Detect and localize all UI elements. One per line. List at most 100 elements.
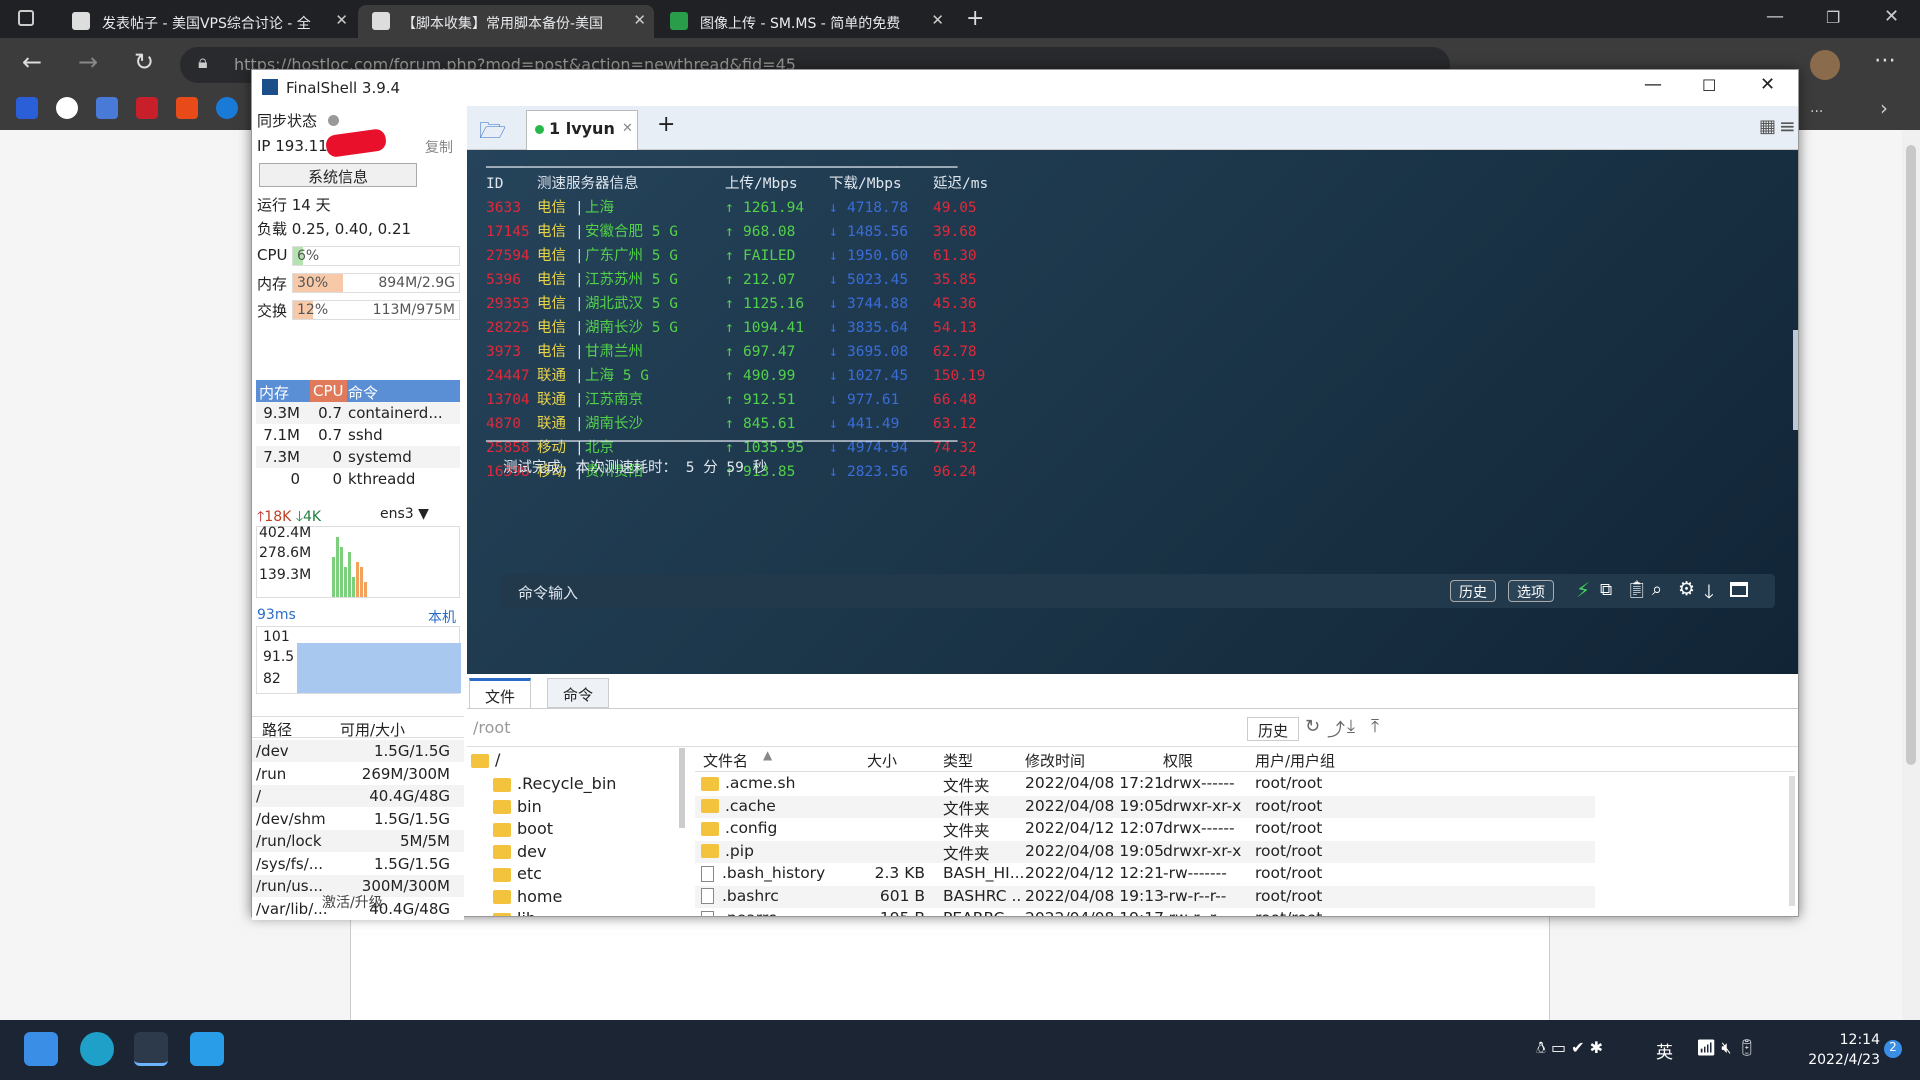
lightning-icon[interactable]: ⚡︎: [1576, 578, 1590, 602]
new-tab-icon[interactable]: +: [966, 6, 984, 31]
process-row[interactable]: 0 0 kthreadd: [256, 468, 460, 490]
c-bookmark-icon[interactable]: [176, 97, 198, 119]
process-row[interactable]: 7.1M 0.7 sshd: [256, 424, 460, 446]
edge-icon[interactable]: [80, 1032, 114, 1066]
browser-tab-3[interactable]: 图像上传 - SM.MS - 简单的免费 ✕: [656, 5, 952, 38]
command-input-bar[interactable]: 命令输入 历史 选项 ⚡︎ ⧉ 📋︎ ⌕ ⚙ 🡓: [500, 574, 1775, 608]
session-tab[interactable]: 1 lvyun ✕: [526, 110, 638, 150]
upload-icon[interactable]: ⤒: [1371, 716, 1379, 737]
col-size[interactable]: 大小: [867, 750, 897, 771]
disk-row[interactable]: /run 269M/300M: [252, 762, 464, 785]
tree-root[interactable]: /: [471, 750, 500, 769]
command-input[interactable]: 命令输入: [518, 582, 578, 603]
tree-item[interactable]: boot: [493, 819, 553, 838]
page-scrollbar-thumb[interactable]: [1906, 145, 1916, 765]
col-type[interactable]: 类型: [943, 750, 973, 771]
tree-item[interactable]: etc: [493, 864, 542, 883]
tree-item[interactable]: dev: [493, 842, 546, 861]
close-icon[interactable]: ✕: [335, 11, 348, 29]
minimize-icon[interactable]: —: [1766, 6, 1784, 27]
tab-actions-icon[interactable]: [18, 10, 34, 26]
path-history-button[interactable]: 历史: [1247, 717, 1299, 741]
parent-dir-icon[interactable]: ⤴: [1327, 716, 1345, 742]
file-row[interactable]: .config 文件夹 2022/04/12 12:07 drwx------ root…: [695, 818, 1595, 840]
close-icon[interactable]: ✕: [1760, 74, 1775, 95]
menu-icon[interactable]: ≡: [1779, 114, 1796, 138]
lock-icon[interactable]: 🔒︎: [198, 52, 208, 73]
col-cpu[interactable]: CPU: [310, 380, 347, 402]
start-icon[interactable]: [24, 1032, 58, 1066]
restore-icon[interactable]: ❐: [1826, 8, 1840, 27]
refresh-icon[interactable]: ↻: [134, 48, 154, 76]
browser-tab-2[interactable]: 【脚本收集】常用脚本备份-美国 ✕: [358, 5, 654, 38]
disk-row[interactable]: /dev 1.5G/1.5G: [252, 740, 464, 762]
close-window-icon[interactable]: ✕: [1884, 6, 1899, 27]
col-mtime[interactable]: 修改时间: [1025, 750, 1085, 771]
file-row[interactable]: .pearrc 195 B PEARRC ...2022/04/08 19:17-r…: [695, 908, 1595, 916]
path-input[interactable]: /root: [473, 718, 510, 737]
window-icon[interactable]: [1730, 582, 1748, 597]
ime-indicator[interactable]: 英: [1656, 1038, 1673, 1063]
disk-row[interactable]: /dev/shm 1.5G/1.5G: [252, 807, 464, 830]
google-bookmark-icon[interactable]: [56, 97, 78, 119]
options-button[interactable]: 选项: [1508, 580, 1554, 602]
close-icon[interactable]: ✕: [633, 11, 646, 29]
bookmark-icon[interactable]: [136, 97, 158, 119]
browser-tab-1[interactable]: 发表帖子 - 美国VPS综合讨论 - 全 ✕: [58, 5, 356, 38]
file-row[interactable]: .cache 文件夹 2022/04/08 19:05 drwxr-xr-x root/…: [695, 795, 1595, 818]
refresh-icon[interactable]: ↻: [1305, 716, 1320, 737]
more-icon[interactable]: ⋯: [1874, 48, 1896, 73]
col-name[interactable]: 文件名: [703, 750, 748, 771]
process-row[interactable]: 7.3M 0 systemd: [256, 446, 460, 468]
disk-row[interactable]: / 40.4G/48G: [252, 785, 464, 807]
disk-row[interactable]: /sys/fs/... 1.5G/1.5G: [252, 852, 464, 875]
network-volume-battery-icons[interactable]: 📶︎ 🔇︎ 🔋︎: [1696, 1038, 1757, 1058]
close-icon[interactable]: ✕: [931, 11, 944, 29]
file-row[interactable]: .bash_history 2.3 KB BASH_HI... 2022/04/12 …: [695, 863, 1595, 885]
maximize-icon[interactable]: ☐: [1702, 76, 1716, 95]
net-interface-select[interactable]: ens3 ▼: [380, 506, 429, 522]
process-row[interactable]: 9.3M 0.7 containerd...: [256, 402, 460, 424]
paste-icon[interactable]: 📋︎: [1626, 580, 1648, 600]
back-icon[interactable]: ←: [22, 48, 42, 76]
translate-bookmark-icon[interactable]: [96, 97, 118, 119]
grid-view-icon[interactable]: ▦: [1759, 116, 1776, 137]
col-perm[interactable]: 权限: [1163, 750, 1193, 771]
tab-commands[interactable]: 命令: [547, 678, 610, 708]
sysinfo-button[interactable]: 系统信息: [259, 163, 417, 187]
ping-target[interactable]: 本机: [428, 607, 456, 627]
chevron-right-icon[interactable]: ›: [1880, 96, 1888, 120]
download-icon[interactable]: ⤓: [1347, 716, 1355, 737]
add-tab-icon[interactable]: +: [657, 112, 675, 137]
terminal-scrollbar[interactable]: [1793, 330, 1798, 430]
tree-scrollbar[interactable]: [679, 748, 685, 828]
app-taskbar-icon[interactable]: [190, 1032, 224, 1066]
file-row[interactable]: .pip 文件夹 2022/04/08 19:05 drwxr-xr-x root/ro…: [695, 840, 1595, 863]
arrow-down-icon[interactable]: 🡓: [1704, 578, 1714, 610]
history-button[interactable]: 历史: [1450, 580, 1496, 602]
terminal-output[interactable]: ────────────────────────────────────────…: [467, 150, 1798, 674]
file-row[interactable]: .bashrc 601 B BASHRC ... 2022/04/08 19:13 -r…: [695, 885, 1595, 908]
bookmark-overflow[interactable]: ...: [1810, 100, 1823, 116]
minimize-icon[interactable]: —: [1644, 74, 1662, 95]
finalshell-taskbar-icon[interactable]: [134, 1032, 168, 1066]
tree-item[interactable]: home: [493, 887, 562, 906]
disk-row[interactable]: /run/lock 5M/5M: [252, 830, 464, 852]
col-path[interactable]: 路径: [262, 719, 292, 740]
col-mem[interactable]: 内存: [259, 382, 289, 403]
clock[interactable]: 12:14 2022/4/23: [1790, 1030, 1880, 1070]
copy-icon[interactable]: ⧉: [1600, 580, 1612, 600]
activate-link[interactable]: 激活/升级: [322, 892, 383, 912]
baidu-bookmark-icon[interactable]: [16, 97, 38, 119]
forward-icon[interactable]: →: [78, 48, 98, 76]
tree-item[interactable]: bin: [493, 797, 542, 816]
file-row[interactable]: .acme.sh 文件夹 2022/04/08 17:21 drwx------ roo…: [695, 773, 1595, 795]
tray-icons[interactable]: 🐧︎ ▭ ✔ ✱: [1536, 1038, 1603, 1060]
tree-item[interactable]: .Recycle_bin: [493, 774, 616, 793]
col-owner[interactable]: 用户/用户组: [1255, 750, 1335, 771]
bookmark-icon[interactable]: [216, 97, 238, 119]
gear-icon[interactable]: ⚙: [1678, 578, 1695, 600]
copy-ip-button[interactable]: 复制: [425, 137, 453, 157]
search-icon[interactable]: ⌕: [1652, 579, 1662, 600]
folder-open-icon[interactable]: 🗁: [479, 114, 506, 152]
